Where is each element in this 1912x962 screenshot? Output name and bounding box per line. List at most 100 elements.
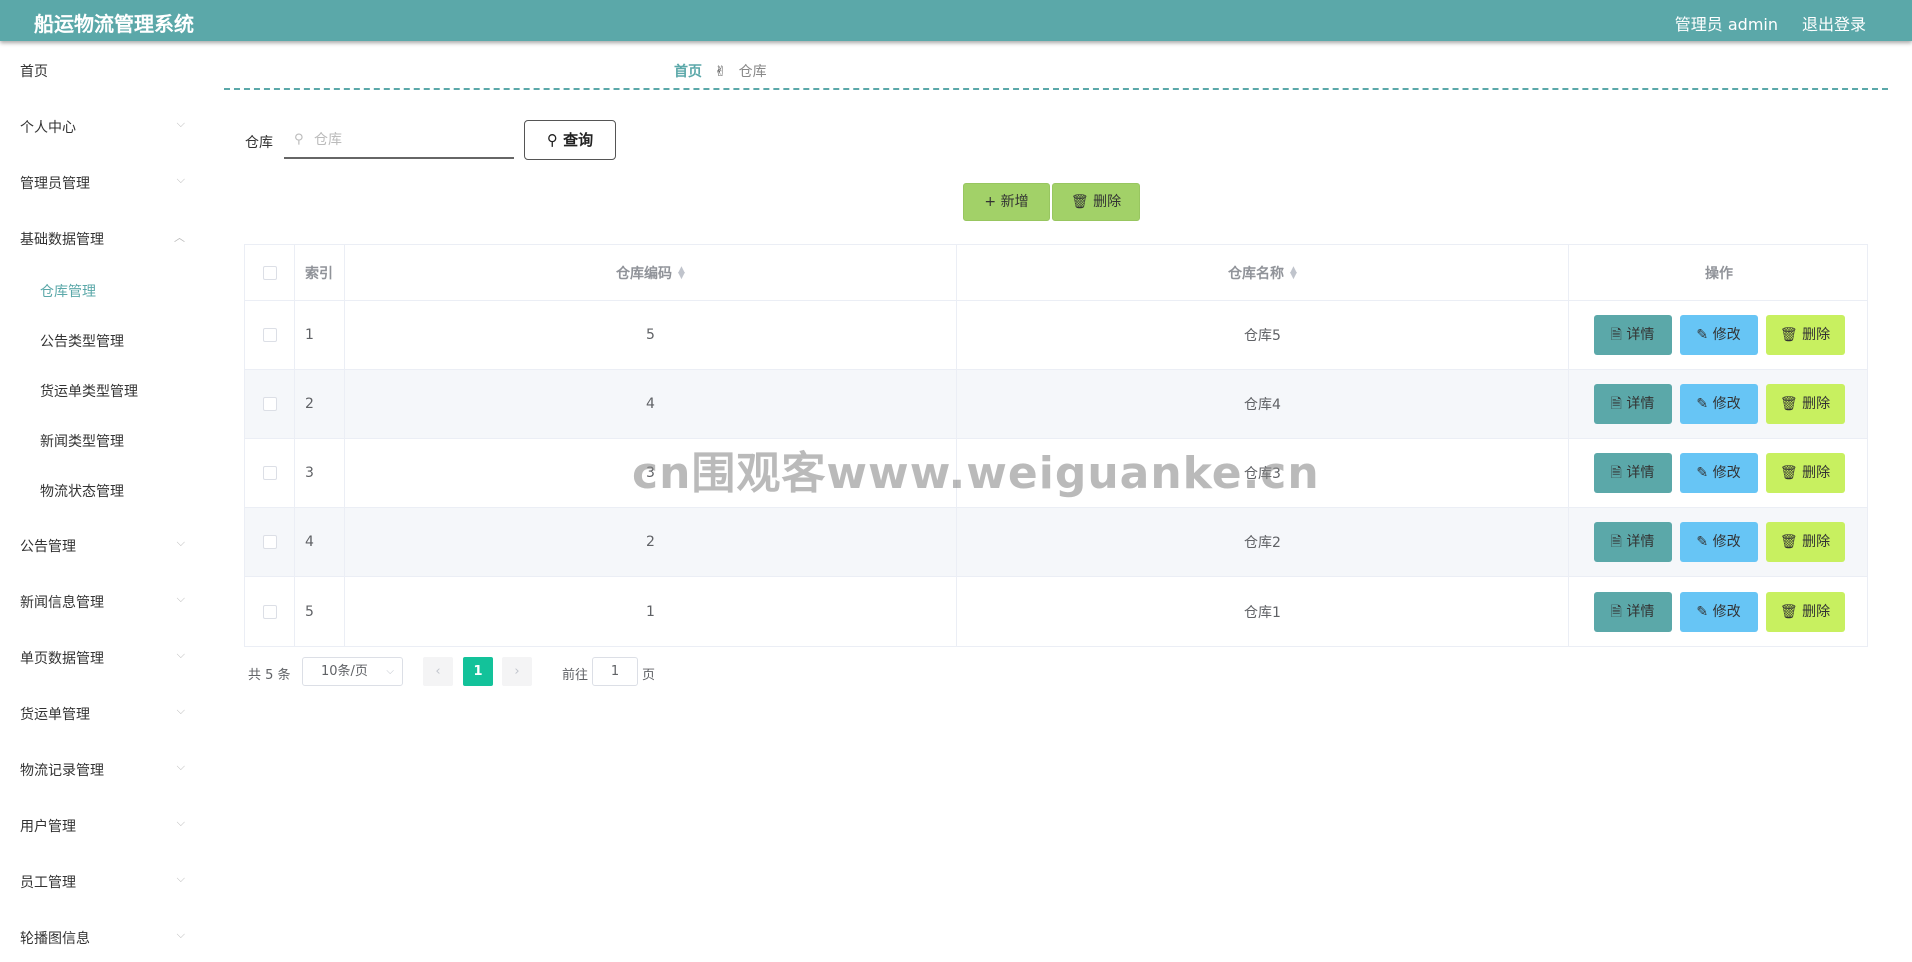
sort-icon[interactable]: ▲ ▼ bbox=[1290, 265, 1297, 280]
breadcrumb-home[interactable]: 首页 bbox=[674, 64, 702, 80]
sidebar-item-label: 货运单管理 bbox=[20, 707, 90, 723]
logout-link[interactable]: 退出登录 bbox=[1802, 11, 1866, 35]
breadcrumb: 首页 ✌ 仓库 bbox=[674, 61, 767, 81]
sidebar-subitem-warehouse[interactable]: 仓库管理 bbox=[40, 281, 96, 301]
detail-button[interactable]: 🗎︎ 详情 bbox=[1593, 384, 1672, 424]
sidebar-item-staff[interactable]: 员工管理 ⌵ bbox=[20, 872, 185, 892]
sidebar-item-basic-data[interactable]: 基础数据管理 ︿ bbox=[20, 229, 185, 249]
sidebar-item-label: 个人中心 bbox=[20, 120, 76, 136]
edit-button[interactable]: ✎ 修改 bbox=[1679, 384, 1758, 424]
row-checkbox[interactable] bbox=[262, 466, 277, 480]
chevron-up-icon: ︿ bbox=[174, 231, 185, 244]
sidebar-item-news[interactable]: 新闻信息管理 ⌵ bbox=[20, 592, 185, 612]
plus-icon: + bbox=[984, 194, 997, 210]
sidebar-subitem-news-type[interactable]: 新闻类型管理 bbox=[40, 431, 124, 451]
delete-button[interactable]: 🗑︎ 删除 bbox=[1765, 453, 1845, 493]
edit-button[interactable]: ✎ 修改 bbox=[1679, 522, 1758, 562]
sidebar-item-label: 新闻信息管理 bbox=[20, 595, 104, 611]
prev-page-button[interactable]: ‹ bbox=[423, 657, 453, 686]
query-button[interactable]: ⚲ 查询 bbox=[524, 120, 616, 160]
detail-label: 详情 bbox=[1626, 603, 1655, 620]
chevron-down-icon: ⌵ bbox=[176, 872, 185, 885]
sidebar-item-users[interactable]: 用户管理 ⌵ bbox=[20, 816, 185, 836]
delete-label: 删除 bbox=[1802, 396, 1831, 412]
detail-button[interactable]: 🗎︎ 详情 bbox=[1593, 453, 1672, 493]
chevron-down-icon: ⌵ bbox=[176, 536, 185, 549]
detail-button[interactable]: 🗎︎ 详情 bbox=[1593, 522, 1672, 562]
goto-label: 前往 bbox=[562, 668, 589, 683]
sidebar-subitem-freight-type[interactable]: 货运单类型管理 bbox=[40, 381, 138, 401]
document-icon: 🗎︎ bbox=[1610, 465, 1622, 481]
top-header: 船运物流管理系统 管理员 admin 退出登录 bbox=[0, 0, 1912, 41]
pencil-icon: ✎ bbox=[1696, 534, 1709, 550]
sidebar-subitem-logistics-status[interactable]: 物流状态管理 bbox=[40, 481, 124, 501]
delete-label: 删除 bbox=[1802, 327, 1831, 343]
row-checkbox[interactable] bbox=[262, 328, 277, 342]
row-select-cell bbox=[245, 508, 295, 576]
sidebar-item-admin-management[interactable]: 管理员管理 ⌵ bbox=[20, 173, 185, 193]
breadcrumb-divider bbox=[224, 88, 1888, 90]
sidebar-item-carousel[interactable]: 轮播图信息 ⌵ bbox=[20, 928, 185, 948]
goto-page-input[interactable] bbox=[592, 657, 638, 686]
app-title: 船运物流管理系统 bbox=[34, 12, 194, 36]
row-checkbox[interactable] bbox=[262, 604, 277, 619]
hand-pointer-icon: ✌ bbox=[714, 64, 727, 80]
row-code: 4 bbox=[345, 370, 957, 438]
search-icon: ⚲ bbox=[546, 131, 558, 149]
sidebar-item-notice[interactable]: 公告管理 ⌵ bbox=[20, 536, 185, 556]
sidebar-subitem-notice-type[interactable]: 公告类型管理 bbox=[40, 331, 124, 351]
chevron-down-icon: ⌵ bbox=[386, 666, 394, 677]
sidebar-item-freight[interactable]: 货运单管理 ⌵ bbox=[20, 704, 185, 724]
select-all-checkbox[interactable] bbox=[262, 265, 277, 280]
row-index: 5 bbox=[295, 577, 345, 646]
header-code[interactable]: 仓库编码 ▲ ▼ bbox=[345, 245, 957, 300]
row-select-cell bbox=[245, 301, 295, 369]
row-checkbox[interactable] bbox=[262, 397, 277, 411]
detail-button[interactable]: 🗎︎ 详情 bbox=[1593, 315, 1672, 355]
row-name: 仓库1 bbox=[957, 577, 1569, 646]
delete-button[interactable]: 🗑︎ 删除 bbox=[1765, 522, 1845, 562]
header-code-label: 仓库编码 bbox=[616, 265, 673, 282]
edit-button[interactable]: ✎ 修改 bbox=[1679, 315, 1758, 355]
header-ops: 操作 bbox=[1569, 245, 1869, 300]
next-page-button[interactable]: › bbox=[502, 657, 532, 686]
sort-icon[interactable]: ▲ ▼ bbox=[678, 265, 685, 280]
detail-button[interactable]: 🗎︎ 详情 bbox=[1593, 591, 1672, 632]
pencil-icon: ✎ bbox=[1696, 327, 1709, 343]
row-select-cell bbox=[245, 577, 295, 646]
page-size-select[interactable]: 10条/页 ⌵ bbox=[302, 657, 403, 686]
sidebar-item-single-page[interactable]: 单页数据管理 ⌵ bbox=[20, 648, 185, 668]
delete-label: 删除 bbox=[1802, 534, 1831, 550]
edit-button[interactable]: ✎ 修改 bbox=[1679, 591, 1758, 632]
row-ops: 🗎︎ 详情 ✎ 修改 🗑︎ 删除 bbox=[1569, 301, 1869, 369]
add-button-label: 新增 bbox=[1000, 194, 1029, 210]
page-number-current[interactable]: 1 bbox=[463, 657, 493, 686]
detail-label: 详情 bbox=[1626, 465, 1655, 481]
delete-button[interactable]: 🗑︎ 删除 bbox=[1765, 591, 1845, 632]
search-input[interactable] bbox=[314, 127, 504, 153]
pagination-total: 共 5 条 bbox=[248, 668, 291, 683]
edit-button[interactable]: ✎ 修改 bbox=[1679, 453, 1758, 493]
trash-icon: 🗑︎ bbox=[1070, 194, 1089, 210]
row-code: 2 bbox=[345, 508, 957, 576]
table-row: 3 3 仓库3 🗎︎ 详情 ✎ 修改 🗑︎ 删除 bbox=[245, 439, 1867, 508]
detail-label: 详情 bbox=[1626, 327, 1655, 343]
sidebar-item-home[interactable]: 首页 bbox=[20, 61, 185, 81]
batch-delete-button[interactable]: 🗑︎ 删除 bbox=[1052, 183, 1140, 221]
sidebar-item-personal-center[interactable]: 个人中心 ⌵ bbox=[20, 117, 185, 137]
row-index: 1 bbox=[295, 301, 345, 369]
row-checkbox[interactable] bbox=[262, 535, 277, 549]
trash-icon: 🗑︎ bbox=[1779, 327, 1798, 343]
delete-button[interactable]: 🗑︎ 删除 bbox=[1765, 315, 1845, 355]
document-icon: 🗎︎ bbox=[1610, 396, 1622, 412]
add-button[interactable]: + 新增 bbox=[963, 183, 1050, 221]
pencil-icon: ✎ bbox=[1696, 465, 1709, 481]
header-name[interactable]: 仓库名称 ▲ ▼ bbox=[957, 245, 1569, 300]
row-index: 4 bbox=[295, 508, 345, 576]
row-name: 仓库2 bbox=[957, 508, 1569, 576]
sidebar-item-logistics-record[interactable]: 物流记录管理 ⌵ bbox=[20, 760, 185, 780]
delete-button[interactable]: 🗑︎ 删除 bbox=[1765, 384, 1845, 424]
header-index-label: 索引 bbox=[305, 265, 333, 282]
row-select-cell bbox=[245, 370, 295, 438]
current-user: 管理员 admin bbox=[1674, 15, 1778, 34]
